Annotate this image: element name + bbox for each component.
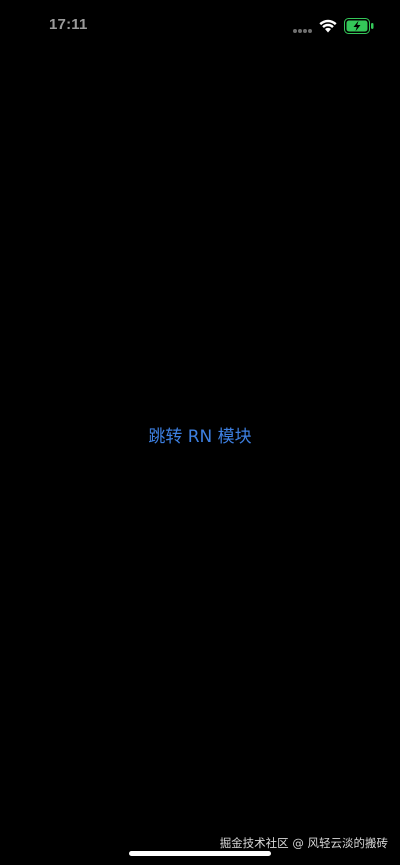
open-rn-module-button[interactable]: 跳转 RN 模块 <box>0 424 400 450</box>
signal-dots-icon <box>293 29 313 33</box>
app-screen: 17:11 跳转 RN 模块 掘金技术社区 @ 风轻云淡的搬砖 <box>0 0 400 865</box>
status-time: 17:11 <box>49 16 88 33</box>
battery-charging-icon <box>344 18 374 34</box>
wifi-icon <box>319 19 337 33</box>
status-bar: 17:11 <box>0 0 400 52</box>
home-indicator[interactable] <box>129 851 271 856</box>
watermark-text: 掘金技术社区 @ 风轻云淡的搬砖 <box>219 836 388 850</box>
